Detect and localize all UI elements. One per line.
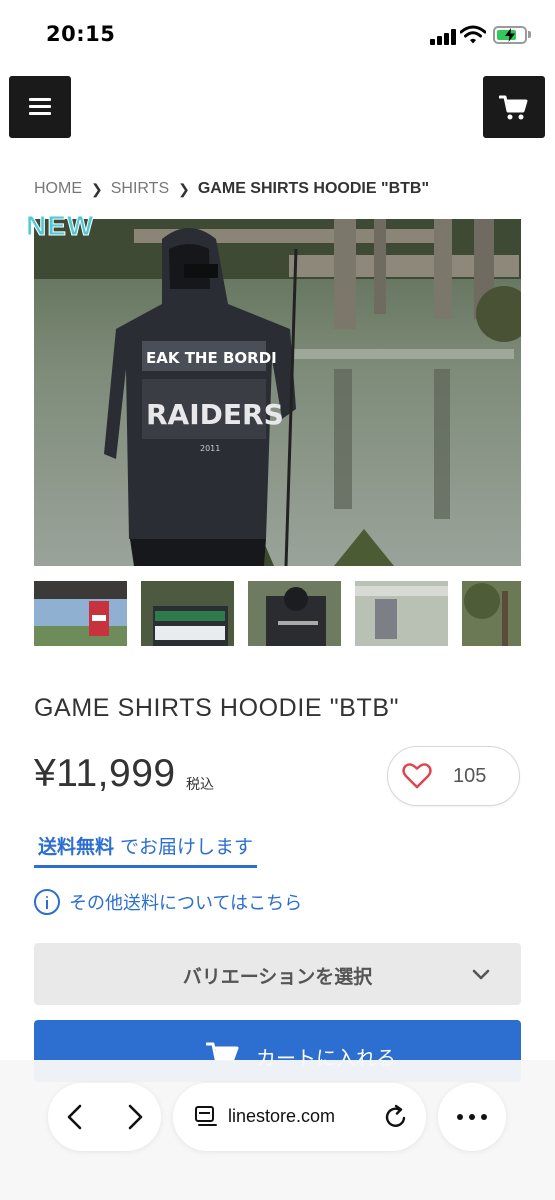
breadcrumb: HOME ❯ SHIRTS ❯ GAME SHIRTS HOODIE "BTB" [34,178,429,200]
back-icon[interactable] [66,1104,84,1130]
svg-text:EAK THE BORDI: EAK THE BORDI [146,349,277,367]
chevron-right-icon: ❯ [178,180,190,197]
svg-text:RAIDERS: RAIDERS [146,398,284,431]
reload-icon[interactable] [383,1104,409,1130]
thumbnail-1[interactable] [34,581,127,646]
other-shipping-link-text: その他送料についてはこちら [69,893,303,914]
breadcrumb-home[interactable]: HOME [34,180,82,198]
svg-text:2011: 2011 [200,444,220,453]
variation-select-label: バリエーションを選択 [182,966,373,988]
free-shipping-label: 送料無料 でお届けします [34,832,258,868]
heart-icon [402,763,432,789]
favorite-count: 105 [453,765,487,787]
hamburger-menu-icon [29,98,51,101]
info-icon [34,889,60,915]
thumbnail-strip [34,581,521,646]
cellular-signal-icon [430,29,456,45]
browser-nav-group [48,1083,161,1151]
cart-button[interactable] [483,76,545,138]
reader-view-icon[interactable] [194,1105,218,1129]
variation-select[interactable]: バリエーションを選択 [34,943,521,1005]
shopping-cart-icon [499,95,528,120]
more-icon [457,1114,487,1120]
hoodie-photo: EAK THE BORDI RAIDERS 2011 [34,219,521,566]
menu-button[interactable] [9,76,71,138]
thumbnail-2[interactable] [141,581,234,646]
thumbnail-3[interactable] [248,581,341,646]
tax-label: 税込 [186,777,214,793]
other-shipping-link[interactable]: その他送料についてはこちら [34,888,302,916]
chevron-down-icon [472,969,490,980]
status-bar: 20:15 [0,0,555,70]
wifi-icon [460,25,486,44]
new-badge: NEW [25,210,95,242]
url-text[interactable]: linestore.com [228,1106,335,1127]
charging-bolt-icon [505,28,515,42]
product-main-image[interactable]: EAK THE BORDI RAIDERS 2011 [34,219,521,566]
product-title: GAME SHIRTS HOODIE "BTB" [34,694,400,722]
status-time: 20:15 [46,22,116,46]
chevron-right-icon: ❯ [91,180,103,197]
thumbnail-4[interactable] [355,581,448,646]
thumbnail-5[interactable] [462,581,521,646]
forward-icon[interactable] [126,1104,144,1130]
breadcrumb-shirts[interactable]: SHIRTS [111,180,169,198]
price: ¥11,999 [34,752,176,795]
breadcrumb-current: GAME SHIRTS HOODIE "BTB" [197,180,430,197]
more-button[interactable] [438,1083,506,1151]
favorite-button[interactable]: 105 [387,746,520,806]
